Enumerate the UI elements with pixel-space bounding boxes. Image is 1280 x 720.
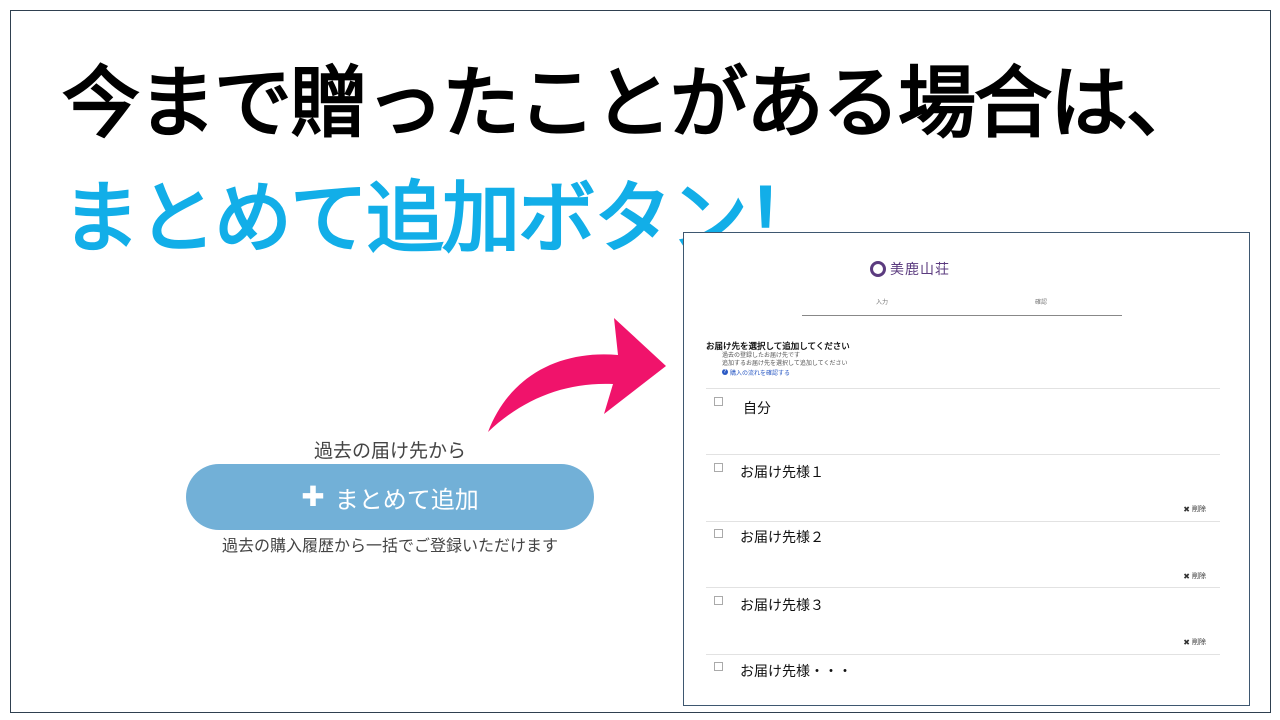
address-checkbox[interactable] [714,596,723,605]
address-label: 自分 [743,401,771,417]
step-input: 入力 [876,299,889,306]
close-icon: ✖ [1183,504,1190,514]
address-checkbox[interactable] [714,662,723,671]
screenshot-panel: 美鹿山荘 入力 確認 お届け先を選択して追加してください 過去の登録したお届け先… [683,232,1250,706]
delete-button[interactable]: ✖ 削除 [1183,571,1206,581]
cta-caption-top: 過去の届け先から [313,440,466,462]
intro-line: 過去の登録したお届け先です [722,352,801,359]
address-row: お届け先様３ ✖ 削除 [706,587,1220,654]
curved-arrow-icon [488,318,666,432]
logo: 美鹿山荘 [870,259,950,279]
address-label: お届け先様１ [740,465,824,481]
add-all-button-label: まとめて追加 [334,485,479,514]
address-row: お届け先様１ ✖ 削除 [706,454,1220,521]
headline-line1: 今まで贈ったことがある場合は、 [62,59,1204,149]
intro-title: お届け先を選択して追加してください [706,342,850,352]
delete-button[interactable]: ✖ 削除 [1183,504,1206,514]
address-row: お届け先様２ ✖ 削除 [706,521,1220,588]
address-checkbox[interactable] [714,463,723,472]
progress-steps: 入力 確認 [802,297,1122,316]
intro-line: 追加するお届け先を選択して追加してください [722,359,848,367]
delete-label: 削除 [1192,505,1206,513]
plus-icon: ✚ [301,480,325,513]
address-label: お届け先様・・・ [740,664,852,680]
close-icon: ✖ [1183,571,1190,581]
step-confirm: 確認 [1035,299,1048,306]
address-label: お届け先様２ [740,530,824,546]
address-checkbox[interactable] [714,397,723,406]
address-label: お届け先様３ [740,598,824,614]
intro-section: お届け先を選択して追加してください 過去の登録したお届け先です 追加するお届け先… [706,340,1226,377]
help-link[interactable]: ? 購入の流れを確認する [722,368,1226,377]
logo-mark-icon [870,261,886,277]
delete-label: 削除 [1192,638,1206,646]
address-row-self: 自分 [706,388,1220,455]
question-icon: ? [722,369,728,376]
delete-label: 削除 [1192,572,1206,580]
delete-button[interactable]: ✖ 削除 [1183,637,1206,647]
help-link-label: 購入の流れを確認する [730,369,791,377]
close-icon: ✖ [1183,637,1190,647]
cta-caption-bottom: 過去の購入履歴から一括でご登録いただけます [221,536,558,555]
address-row: お届け先様・・・ [706,654,1220,705]
address-checkbox[interactable] [714,529,723,538]
logo-text: 美鹿山荘 [890,262,950,278]
add-all-button[interactable]: ✚ まとめて追加 [186,464,594,530]
